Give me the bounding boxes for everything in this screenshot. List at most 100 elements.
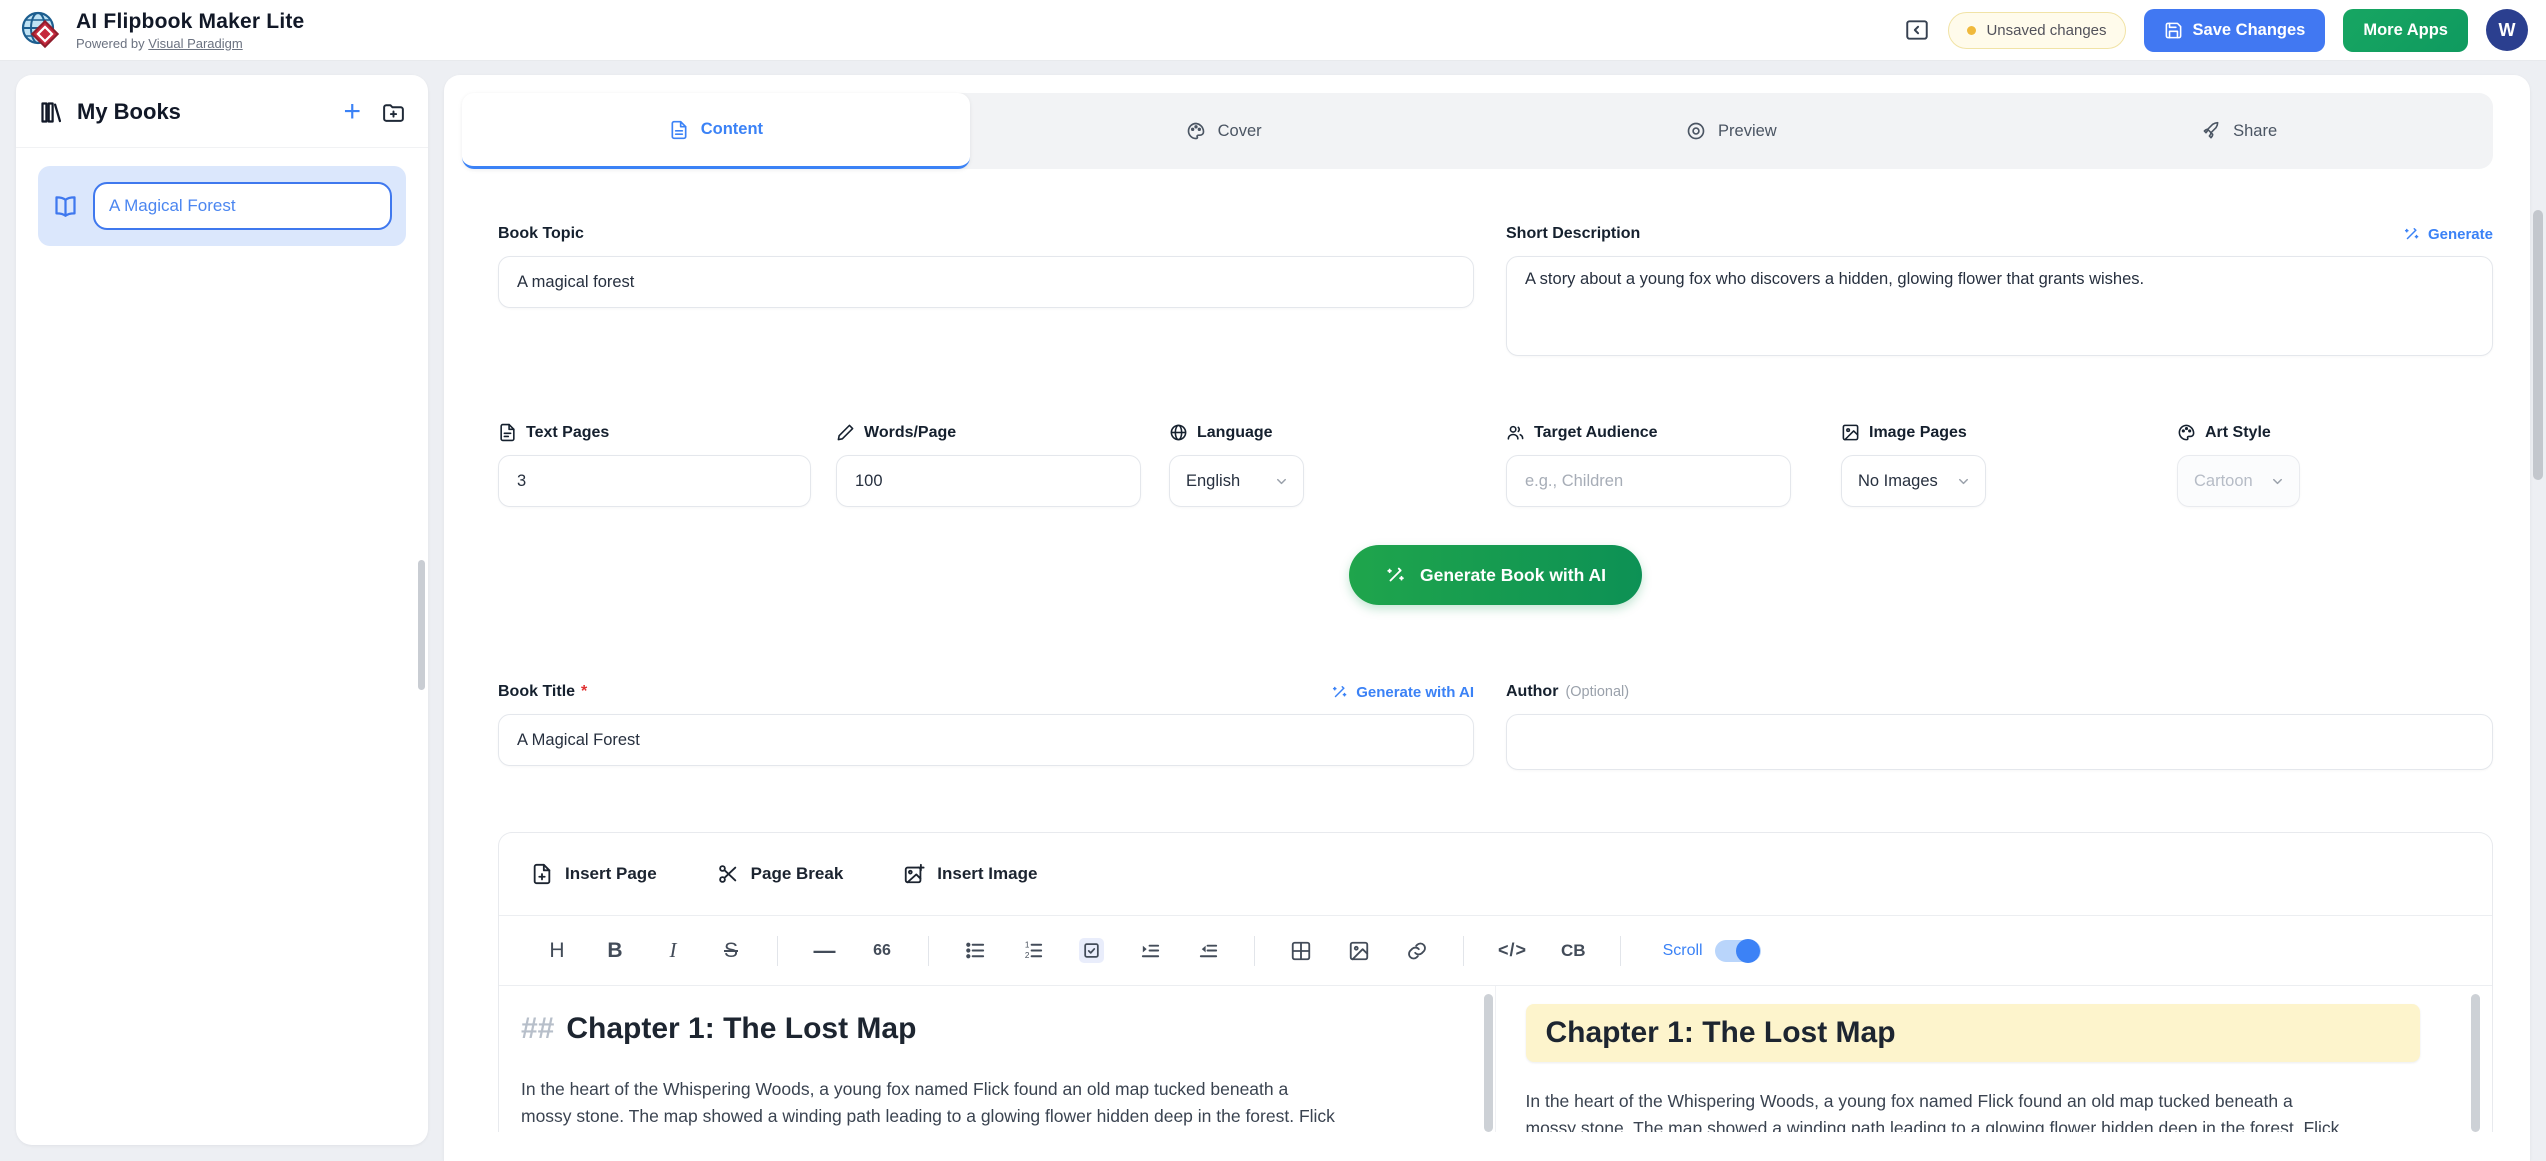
book-list-item[interactable]	[38, 166, 406, 246]
insert-image-button[interactable]: Insert Image	[903, 863, 1037, 885]
field-target-audience: Target Audience	[1506, 423, 1841, 507]
inline-code-button[interactable]: </>	[1498, 940, 1527, 961]
markdown-paragraph: In the heart of the Whispering Woods, a …	[521, 1076, 1455, 1130]
generate-book-button[interactable]: Generate Book with AI	[1349, 545, 1642, 605]
image-pages-select[interactable]: No Images	[1841, 455, 1986, 507]
sidebar-title: My Books	[77, 99, 323, 125]
file-plus-icon	[531, 863, 553, 885]
eye-icon	[1686, 121, 1706, 141]
chevron-down-icon	[1274, 474, 1289, 489]
pencil-icon	[836, 423, 855, 442]
scroll-sync-label: Scroll	[1663, 942, 1703, 960]
chevron-down-icon	[1956, 474, 1971, 489]
blockquote-button[interactable]: 66	[870, 942, 894, 960]
save-changes-button[interactable]: Save Changes	[2144, 9, 2326, 52]
markdown-toolbar: H B I S — 66 12	[499, 916, 2492, 986]
markdown-pane[interactable]: ##Chapter 1: The Lost Map In the heart o…	[499, 986, 1496, 1132]
toolbar-divider	[928, 936, 929, 966]
author-label: Author(Optional)	[1506, 683, 1629, 701]
heading-button[interactable]: H	[545, 939, 569, 963]
sidebar-divider	[16, 147, 428, 148]
ordered-list-button[interactable]: 12	[1021, 939, 1045, 962]
field-words-page: Words/Page	[836, 423, 1169, 507]
markdown-pane-scrollbar[interactable]	[1484, 994, 1493, 1132]
book-topic-label: Book Topic	[498, 225, 584, 243]
generate-title-link[interactable]: Generate with AI	[1331, 683, 1474, 701]
italic-button[interactable]: I	[661, 938, 685, 963]
visual-paradigm-link[interactable]: Visual Paradigm	[148, 36, 242, 51]
words-page-input[interactable]	[836, 455, 1141, 507]
document-icon	[669, 120, 689, 140]
book-title-input[interactable]	[498, 714, 1474, 766]
book-topic-input[interactable]	[498, 256, 1474, 308]
preview-paragraph: In the heart of the Whispering Woods, a …	[1526, 1088, 2443, 1132]
field-language: Language English	[1169, 423, 1506, 507]
task-list-button[interactable]	[1079, 938, 1104, 963]
author-input[interactable]	[1506, 714, 2493, 770]
link-button[interactable]	[1405, 940, 1429, 962]
wand-icon	[1331, 683, 1349, 701]
code-block-button[interactable]: CB	[1561, 941, 1586, 961]
open-book-icon	[52, 193, 79, 220]
tab-cover[interactable]: Cover	[970, 93, 1478, 169]
insert-page-button[interactable]: Insert Page	[531, 863, 657, 885]
tab-content[interactable]: Content	[462, 93, 970, 169]
collapse-panel-icon[interactable]	[1904, 17, 1930, 43]
page-icon	[498, 423, 517, 442]
bullet-list-button[interactable]	[963, 939, 987, 962]
scroll-sync-toggle[interactable]	[1715, 940, 1761, 962]
app-title-block: AI Flipbook Maker Lite Powered by Visual…	[76, 10, 304, 51]
preview-pane: Chapter 1: The Lost Map In the heart of …	[1496, 986, 2493, 1132]
table-button[interactable]	[1289, 940, 1313, 962]
app-logo	[18, 8, 62, 52]
wand-icon	[1385, 564, 1407, 586]
tab-bar: Content Cover Preview	[462, 93, 2493, 169]
chevron-down-icon	[2270, 474, 2285, 489]
text-pages-input[interactable]	[498, 455, 811, 507]
book-title-label: Book Title*	[498, 683, 587, 701]
wand-icon	[2403, 225, 2421, 243]
short-description-textarea[interactable]	[1506, 256, 2493, 356]
palette-icon	[1186, 121, 1206, 141]
insert-image-toolbar-button[interactable]	[1347, 940, 1371, 962]
tab-preview[interactable]: Preview	[1478, 93, 1986, 169]
indent-button[interactable]	[1138, 939, 1162, 962]
toolbar-divider	[1463, 936, 1464, 966]
svg-text:2: 2	[1024, 951, 1029, 960]
book-name-input[interactable]	[93, 182, 392, 230]
generate-description-link[interactable]: Generate	[2403, 225, 2493, 243]
users-icon	[1506, 423, 1525, 442]
language-select[interactable]: English	[1169, 455, 1304, 507]
palette-icon	[2177, 423, 2196, 442]
globe-icon	[1169, 423, 1188, 442]
unsaved-changes-badge: Unsaved changes	[1948, 12, 2125, 49]
save-icon	[2164, 21, 2183, 40]
unsaved-dot-icon	[1967, 26, 1976, 35]
content-panel: Content Cover Preview	[444, 75, 2530, 1161]
preview-pane-scrollbar[interactable]	[2471, 994, 2480, 1132]
powered-by: Powered by Visual Paradigm	[76, 36, 304, 51]
image-icon	[1841, 423, 1860, 442]
outdent-button[interactable]	[1196, 939, 1220, 962]
scissors-icon	[717, 863, 739, 885]
app-header: AI Flipbook Maker Lite Powered by Visual…	[0, 0, 2546, 61]
short-description-label: Short Description	[1506, 225, 1640, 243]
page-break-button[interactable]: Page Break	[717, 863, 844, 885]
folder-plus-icon[interactable]	[381, 100, 406, 125]
horizontal-rule-button[interactable]: —	[812, 938, 836, 964]
markdown-heading: ##Chapter 1: The Lost Map	[521, 1012, 1455, 1046]
library-icon	[38, 99, 65, 126]
toggle-knob	[1736, 939, 1760, 963]
tab-share[interactable]: Share	[1985, 93, 2493, 169]
field-text-pages: Text Pages	[498, 423, 836, 507]
strikethrough-button[interactable]: S	[719, 939, 743, 963]
required-mark: *	[581, 683, 587, 700]
image-plus-icon	[903, 863, 925, 885]
target-audience-input[interactable]	[1506, 455, 1791, 507]
add-book-button[interactable]: +	[335, 97, 369, 127]
bold-button[interactable]: B	[603, 939, 627, 963]
avatar[interactable]: W	[2486, 9, 2528, 51]
more-apps-button[interactable]: More Apps	[2343, 9, 2468, 52]
page-scrollbar[interactable]	[2533, 210, 2543, 480]
sidebar-scrollbar[interactable]	[418, 560, 425, 690]
